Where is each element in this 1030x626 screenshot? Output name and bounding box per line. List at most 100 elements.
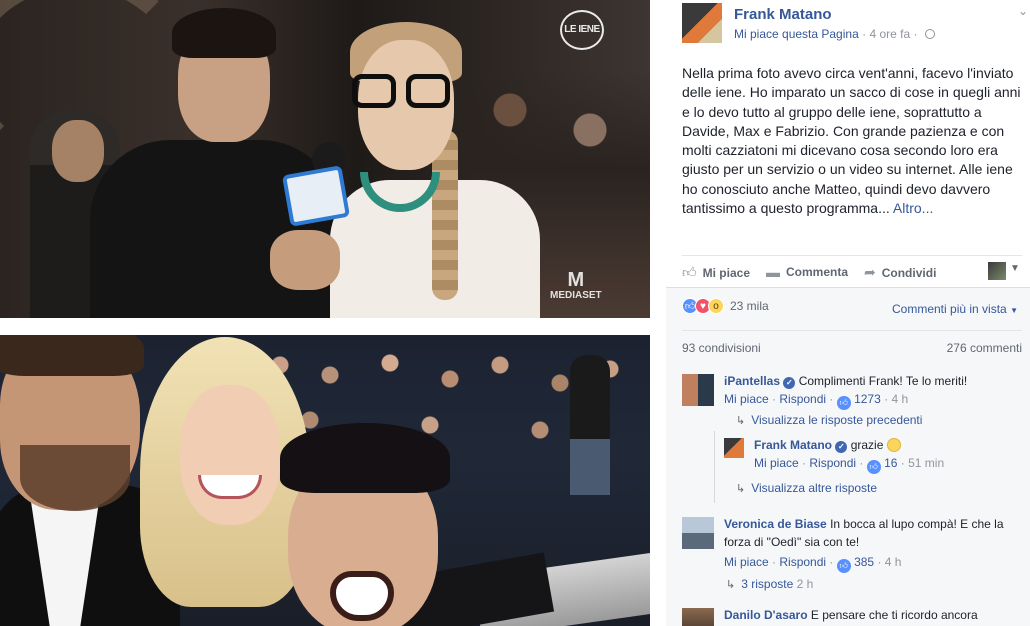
photo-selfie[interactable] [0,335,650,626]
share-button[interactable]: ➦ Condividi [864,264,936,281]
post-header: Frank Matano Mi piace questa Pagina · 4 … [682,0,1028,56]
photo-le-iene[interactable]: LE IENE M MEDIASET [0,0,650,318]
comment-time[interactable]: 4 h [885,555,902,569]
globe-icon [924,29,935,39]
mediaset-logo: M MEDIASET [550,270,602,301]
comments-section: 👍︎ ♥ o 23 mila Commenti più in vista ▼ 9… [666,287,1030,626]
post-text: Nella prima foto avevo circa vent'anni, … [682,64,1022,218]
comment-like-button[interactable]: Mi piace [724,392,769,406]
post-photos: LE IENE M MEDIASET [0,0,666,626]
mediaset-mark: M [567,269,585,291]
reply-body: Frank Matano ✓ grazie Mi piace · Rispond… [754,436,1014,474]
post-meta: Mi piace questa Pagina · 4 ore fa · [734,27,935,41]
young-man-hair [172,8,276,58]
view-more-replies-link[interactable]: ↳ Visualizza altre risposte [736,481,877,495]
page-avatar[interactable] [682,3,722,43]
le-iene-logo: LE IENE [560,10,604,50]
verified-icon: ✓ [783,377,796,389]
post-time[interactable]: 4 ore fa [869,27,910,41]
see-more-link[interactable]: Altro... [893,200,933,216]
comment-reply-button[interactable]: Rispondi [779,555,826,569]
meta-separator: · [913,27,918,41]
reaction-count: 23 mila [730,299,769,313]
post-body: Nella prima foto avevo circa vent'anni, … [682,65,1021,217]
comment-body: Danilo D'asaro E pensare che ti ricordo … [724,606,1022,624]
reply-like-button[interactable]: Mi piace [754,456,799,470]
commenter-avatar[interactable] [682,608,714,626]
comment-meta: Mi piace · Rispondi · 👍︎ 385 · 4 h [724,553,1022,573]
blonde-woman-face [180,385,280,525]
caret-down-icon[interactable]: ▼ [1010,263,1020,274]
reply-reply-button[interactable]: Rispondi [809,456,856,470]
thumbs-up-icon: 👍︎ [682,264,697,280]
reaction-summary[interactable]: 👍︎ ♥ o 23 mila [682,298,769,314]
reply-like-count[interactable]: 16 [884,456,897,470]
view-previous-replies-link[interactable]: ↳ Visualizza le risposte precedenti [736,413,922,427]
hand [270,230,340,290]
view-replies-link[interactable]: ↳ 3 risposte 2 h [726,577,813,591]
like-count-icon: 👍︎ [866,460,881,474]
replier-name[interactable]: Frank Matano [754,438,832,452]
post-panel: Frank Matano Mi piace questa Pagina · 4 … [666,0,1030,626]
reply-time[interactable]: 51 min [908,456,944,470]
comment-body: Veronica de Biase In bocca al lupo compà… [724,515,1022,573]
smile-emoji-icon [886,438,901,452]
like-page-link[interactable]: Mi piace questa Pagina [734,27,859,41]
comment-sort-dropdown[interactable]: Commenti più in vista ▼ [892,302,1018,316]
bearded-man-hair [0,335,144,376]
verified-icon: ✓ [835,441,848,453]
comment-time[interactable]: 4 h [891,392,908,406]
view-previous-replies-label: Visualizza le risposte precedenti [751,413,923,427]
like-button[interactable]: 👍︎ Mi piace [682,264,750,281]
bearded-man-beard [20,445,130,511]
chevron-down-icon[interactable]: ⌄ [1018,4,1028,18]
glasses-icon [352,74,452,110]
commenter-avatar[interactable] [682,517,714,549]
share-button-label: Condividi [881,265,937,280]
comment-count[interactable]: 276 commenti [947,341,1022,355]
comment-reply-button[interactable]: Rispondi [779,392,826,406]
share-icon: ➦ [864,264,876,280]
comment-meta: Mi piace · Rispondi · 👍︎ 1273 · 4 h [724,390,1022,410]
comment-sort-label: Commenti più in vista [892,302,1007,316]
wow-reaction-icon: o [708,298,724,314]
view-replies-time: 2 h [796,577,814,591]
standing-person [570,355,610,495]
meta-separator: · [862,27,867,41]
comment-button[interactable]: ▬ Commenta [766,264,848,280]
page-name-link[interactable]: Frank Matano [734,6,832,23]
actor-avatar[interactable] [988,262,1006,280]
comment-icon: ▬ [766,264,780,280]
comment-like-count[interactable]: 385 [854,555,874,569]
background-person-head [52,120,104,182]
comment-button-label: Commenta [786,265,849,279]
mediaset-label: MEDIASET [550,290,602,301]
commenter-name[interactable]: iPantellas [724,374,780,388]
like-button-label: Mi piace [702,265,750,280]
comment-text: E pensare che ti ricordo ancora [810,608,978,622]
engagement-counts: 93 condivisioni 276 commenti [682,330,1022,360]
reply-meta: Mi piace · Rispondi · 👍︎ 16 · 51 min [754,454,1014,474]
frank-hair [280,423,450,493]
like-count-icon: 👍︎ [836,396,851,410]
view-replies-label: 3 risposte [741,577,794,591]
reply-arrow-icon: ↳ [736,415,746,427]
young-man-jacket [90,140,340,318]
like-count-icon: 👍︎ [836,559,851,573]
commenter-avatar[interactable] [682,374,714,406]
commenter-name[interactable]: Danilo D'asaro [724,608,808,622]
share-count[interactable]: 93 condivisioni [682,341,761,355]
frank-open-mouth [330,571,394,621]
reply-arrow-icon: ↳ [726,579,736,591]
view-more-replies-label: Visualizza altre risposte [751,481,878,495]
comment-like-count[interactable]: 1273 [854,392,881,406]
comment-body: iPantellas ✓ Complimenti Frank! Te lo me… [724,372,1022,410]
comment-text: Complimenti Frank! Te lo meriti! [798,374,968,388]
reply-arrow-icon: ↳ [736,483,746,495]
caret-down-icon: ▼ [1010,306,1018,315]
commenter-name[interactable]: Veronica de Biase [724,517,827,531]
microphone-icon [281,165,351,227]
comment-like-button[interactable]: Mi piace [724,555,769,569]
replier-avatar[interactable] [724,438,744,458]
reply-text: grazie [850,438,884,452]
